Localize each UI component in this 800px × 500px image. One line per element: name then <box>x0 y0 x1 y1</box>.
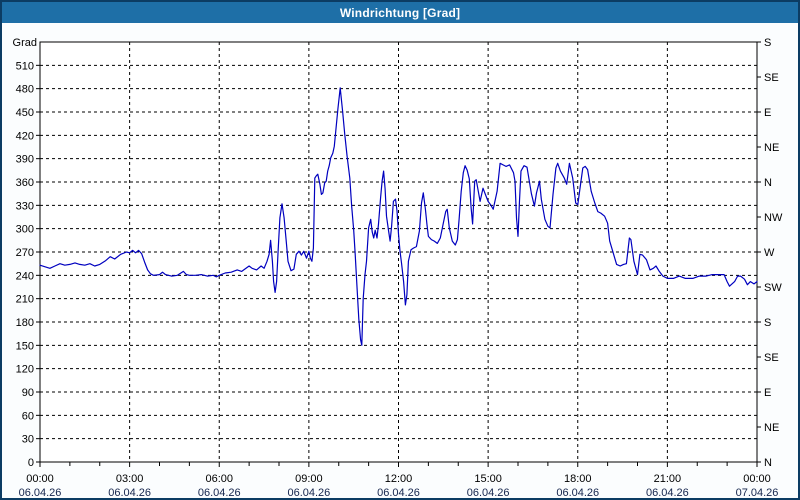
x-time-label-21: 21:00 <box>654 473 682 485</box>
y-left-tick-label-390: 390 <box>16 154 34 166</box>
y-left-tick-label-300: 300 <box>16 224 34 236</box>
x-time-label-24: 00:00 <box>743 473 771 485</box>
y-right-tick-label-180: S <box>764 317 771 329</box>
x-time-label-12: 12:00 <box>385 473 413 485</box>
y-left-tick-label-450: 450 <box>16 107 34 119</box>
y-left-tick-label-210: 210 <box>16 294 34 306</box>
x-time-label-18: 18:00 <box>564 473 592 485</box>
y-left-tick-label-420: 420 <box>16 130 34 142</box>
y-axis-title: Grad <box>13 37 37 49</box>
x-time-label-0: 00:00 <box>26 473 54 485</box>
y-right-tick-label-90: E <box>764 387 771 399</box>
wind-direction-chart: 0 30 60 90 120 150 180 210 240 270 300 330 360 390 420… <box>13 37 783 498</box>
x-date-label-18: 06.04.26 <box>556 487 599 498</box>
y-right-tick-label-135: SE <box>764 352 779 364</box>
y-right-tick-label-495: SE <box>764 72 779 84</box>
y-left-tick-label-510: 510 <box>16 60 34 72</box>
y-left-tick-label-240: 240 <box>16 270 34 282</box>
y-left-tick-label-360: 360 <box>16 177 34 189</box>
y-left-tick-label-480: 480 <box>16 84 34 96</box>
x-time-label-3: 03:00 <box>116 473 144 485</box>
x-date-label-6: 06.04.26 <box>198 487 241 498</box>
y-right-tick-label-225: SW <box>764 282 782 294</box>
y-left-tick-label-330: 330 <box>16 200 34 212</box>
y-left-tick-label-30: 30 <box>22 434 34 446</box>
y-left-tick-label-120: 120 <box>16 364 34 376</box>
y-right-tick-label-405: NE <box>764 142 779 154</box>
y-right-tick-label-270: W <box>764 247 775 259</box>
x-date-label-9: 06.04.26 <box>287 487 330 498</box>
x-time-label-6: 06:00 <box>205 473 233 485</box>
y-right-tick-label-450: E <box>764 107 771 119</box>
y-left-tick-label-0: 0 <box>28 457 34 469</box>
y-left-tick-label-150: 150 <box>16 340 34 352</box>
y-right-tick-label-45: NE <box>764 422 779 434</box>
x-date-label-3: 06.04.26 <box>108 487 151 498</box>
x-date-label-24: 07.04.26 <box>736 487 779 498</box>
x-time-label-15: 15:00 <box>474 473 502 485</box>
x-date-label-0: 06.04.26 <box>19 487 62 498</box>
y-right-tick-label-315: NW <box>764 212 783 224</box>
y-left-tick-label-60: 60 <box>22 410 34 422</box>
y-left-tick-label-180: 180 <box>16 317 34 329</box>
x-time-label-9: 09:00 <box>295 473 323 485</box>
y-right-tick-label-540: S <box>764 37 771 49</box>
x-date-label-21: 06.04.26 <box>646 487 689 498</box>
chart-window: Windrichtung [Grad] 0 30 60 90 120 150 180 210 2… <box>0 0 800 500</box>
x-date-label-12: 06.04.26 <box>377 487 420 498</box>
y-right-tick-label-360: N <box>764 177 772 189</box>
x-date-label-15: 06.04.26 <box>467 487 510 498</box>
y-left-tick-label-90: 90 <box>22 387 34 399</box>
y-left-tick-label-270: 270 <box>16 247 34 259</box>
y-right-tick-label-0: N <box>764 457 772 469</box>
